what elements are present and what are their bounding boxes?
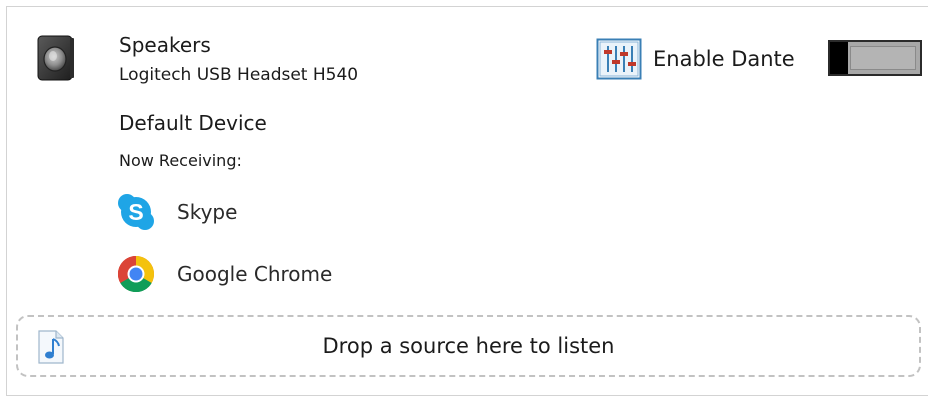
device-name: Speakers: [119, 33, 211, 57]
now-receiving-heading: Now Receiving:: [119, 151, 242, 170]
enable-dante: Enable Dante: [596, 38, 795, 80]
drop-source-zone[interactable]: Drop a source here to listen: [16, 315, 921, 377]
device-model: Logitech USB Headset H540: [119, 65, 359, 85]
source-item-skype[interactable]: S Skype: [117, 192, 237, 232]
mixer-sliders-icon: [596, 38, 642, 80]
source-label: Google Chrome: [177, 262, 333, 286]
default-device-label: Default Device: [119, 111, 267, 135]
chrome-icon: [117, 255, 155, 293]
toggle-track: [850, 46, 916, 70]
source-item-google-chrome[interactable]: Google Chrome: [117, 254, 332, 294]
source-label: Skype: [177, 200, 238, 224]
svg-text:S: S: [128, 199, 143, 225]
enable-dante-toggle[interactable]: [828, 40, 922, 76]
skype-icon: S: [117, 193, 155, 231]
enable-dante-label: Enable Dante: [653, 47, 795, 71]
drop-source-text: Drop a source here to listen: [322, 334, 615, 358]
speaker-icon: [36, 34, 76, 82]
toggle-knob[interactable]: [830, 42, 848, 74]
